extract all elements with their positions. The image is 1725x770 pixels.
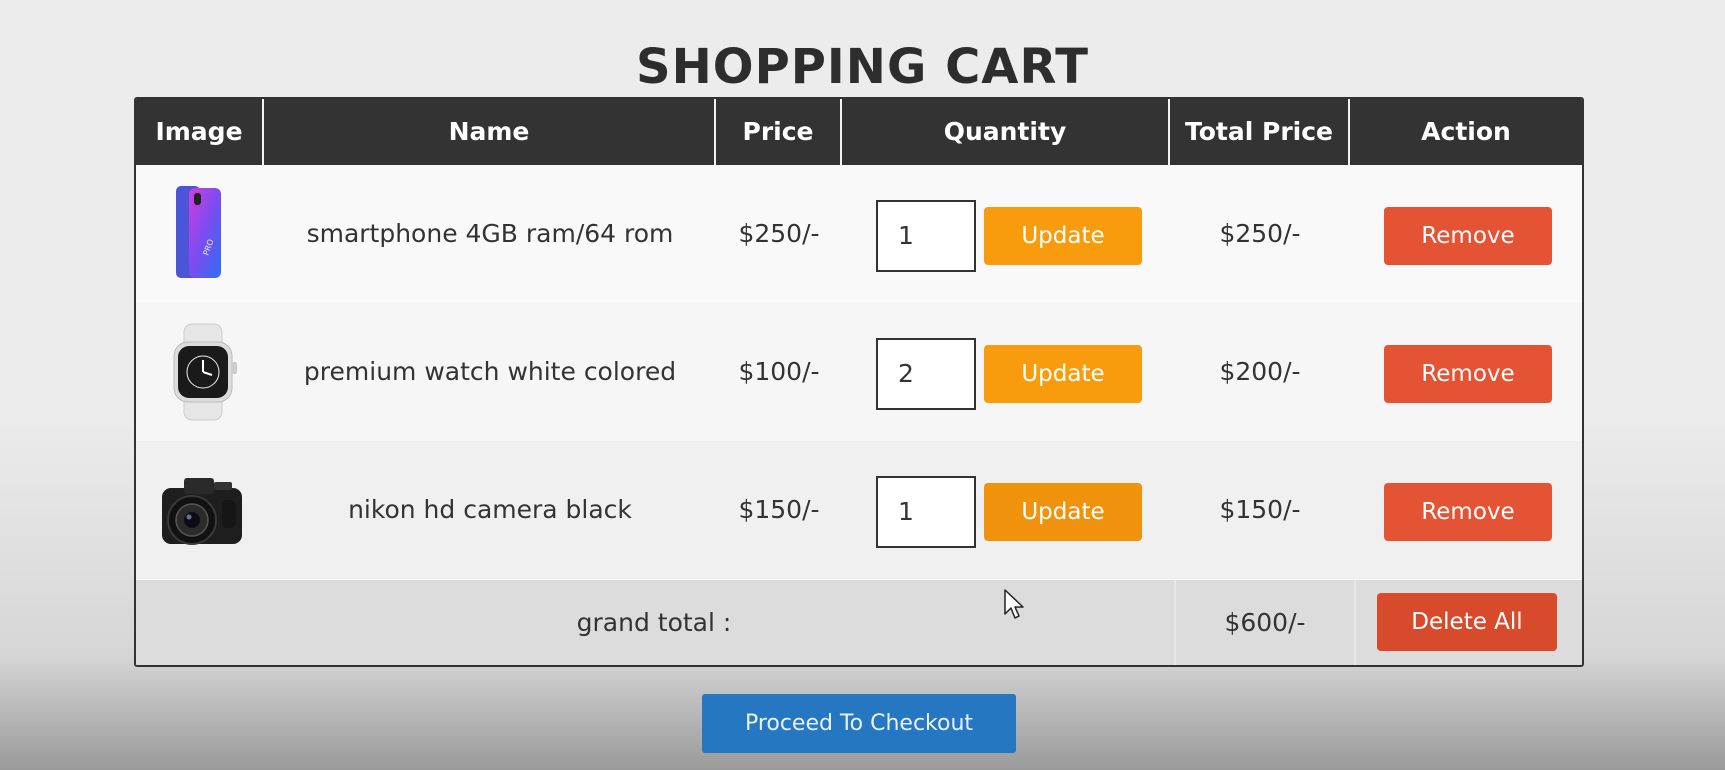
smartphone-image: PRO [176, 186, 221, 278]
row-total-price: $200/- [1219, 357, 1301, 386]
remove-button[interactable]: Remove [1384, 483, 1552, 541]
update-button[interactable]: Update [984, 483, 1142, 541]
header-action: Action [1421, 117, 1511, 146]
remove-button[interactable]: Remove [1384, 345, 1552, 403]
header-name: Name [264, 99, 716, 165]
remove-button[interactable]: Remove [1384, 207, 1552, 265]
row-total-price: $150/- [1219, 495, 1301, 524]
header-image: Image [136, 99, 264, 165]
proceed-to-checkout-button[interactable]: Proceed To Checkout [702, 694, 1016, 753]
page-title: SHOPPING CART [636, 39, 1089, 96]
product-price: $100/- [738, 357, 820, 386]
product-price: $250/- [738, 219, 820, 248]
camera-image [162, 478, 242, 545]
product-name: nikon hd camera black [348, 495, 632, 524]
cart-table: Image Name Price Quantity Total Price Ac… [134, 97, 1584, 667]
table-row: nikon hd camera black $150/- 1 Update $1… [136, 441, 1582, 579]
row-total-price: $250/- [1219, 219, 1301, 248]
grand-total-value: $600/- [1174, 580, 1356, 665]
table-header: Image Name Price Quantity Total Price Ac… [136, 99, 1582, 165]
quantity-input[interactable]: 1 [876, 200, 976, 272]
table-row: premium watch white colored $100/- 2 Upd… [136, 303, 1582, 441]
header-price: Price [716, 99, 842, 165]
header-total-price: Total Price [1170, 99, 1350, 165]
table-row: PRO smartphone 4GB ram/64 rom $250/- 1 U… [136, 165, 1582, 303]
quantity-input[interactable]: 2 [876, 338, 976, 410]
mouse-cursor-icon [1004, 589, 1024, 619]
quantity-input[interactable]: 1 [876, 476, 976, 548]
update-button[interactable]: Update [984, 207, 1142, 265]
product-price: $150/- [738, 495, 820, 524]
watch-image [173, 323, 237, 421]
grand-total-row: grand total : $600/- Delete All [136, 580, 1582, 665]
product-name: smartphone 4GB ram/64 rom [306, 219, 674, 248]
product-name: premium watch white colored [303, 357, 677, 386]
update-button[interactable]: Update [984, 345, 1142, 403]
header-quantity: Quantity [842, 99, 1170, 165]
delete-all-button[interactable]: Delete All [1377, 593, 1557, 651]
